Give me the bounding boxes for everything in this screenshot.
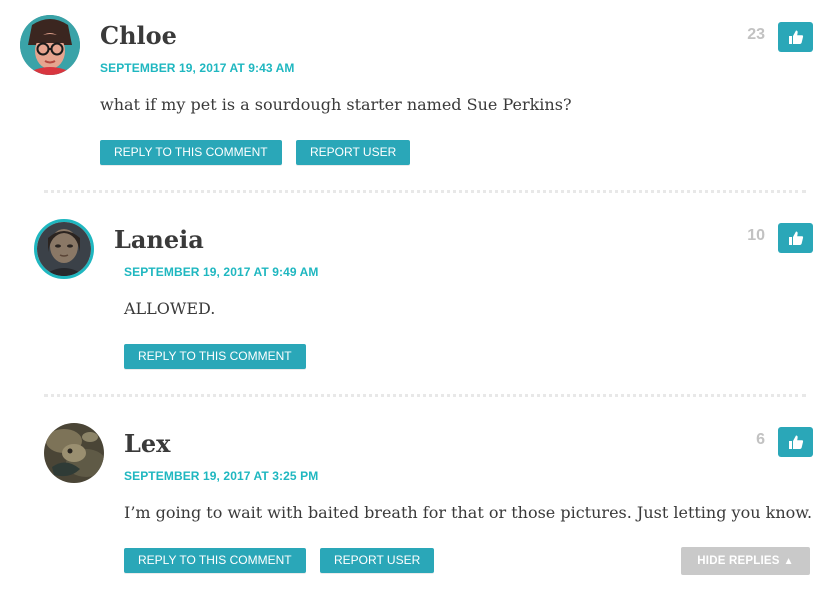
comment-text: I’m going to wait with baited breath for… [124, 503, 813, 522]
triangle-up-icon: ▲ [783, 555, 794, 567]
comment-date[interactable]: SEPTEMBER 19, 2017 AT 3:25 PM [124, 470, 318, 482]
comment-date[interactable]: SEPTEMBER 19, 2017 AT 9:49 AM [124, 266, 319, 278]
report-user-button[interactable]: REPORT USER [296, 140, 411, 165]
avatar-lex[interactable] [44, 423, 104, 483]
hide-replies-label: HIDE REPLIES [697, 555, 780, 567]
vote-count: 23 [747, 26, 765, 43]
avatar-chloe[interactable] [20, 15, 80, 75]
avatar-image [37, 222, 91, 276]
like-button[interactable] [778, 22, 813, 52]
comment-divider [44, 190, 806, 193]
reply-button[interactable]: REPLY TO THIS COMMENT [100, 140, 282, 165]
report-user-button[interactable]: REPORT USER [320, 548, 435, 573]
comment-date[interactable]: SEPTEMBER 19, 2017 AT 9:43 AM [100, 62, 295, 74]
vote-count: 6 [756, 431, 765, 448]
vote-count: 10 [747, 227, 765, 244]
reply-button[interactable]: REPLY TO THIS COMMENT [124, 548, 306, 573]
author-name[interactable]: Lex [124, 432, 170, 456]
avatar-laneia[interactable] [34, 219, 94, 279]
thumbs-up-icon [788, 231, 803, 245]
like-button[interactable] [778, 427, 813, 457]
hide-replies-button[interactable]: HIDE REPLIES ▲ [681, 547, 810, 575]
like-button[interactable] [778, 223, 813, 253]
comment-text: what if my pet is a sourdough starter na… [100, 95, 572, 114]
author-name[interactable]: Laneia [114, 228, 204, 252]
comment-divider [44, 394, 806, 397]
avatar-image [44, 423, 104, 483]
thumbs-up-icon [788, 30, 803, 44]
comment-text: ALLOWED. [124, 299, 216, 318]
author-name[interactable]: Chloe [100, 24, 177, 48]
avatar-image [20, 15, 80, 75]
thumbs-up-icon [788, 435, 803, 449]
reply-button[interactable]: REPLY TO THIS COMMENT [124, 344, 306, 369]
